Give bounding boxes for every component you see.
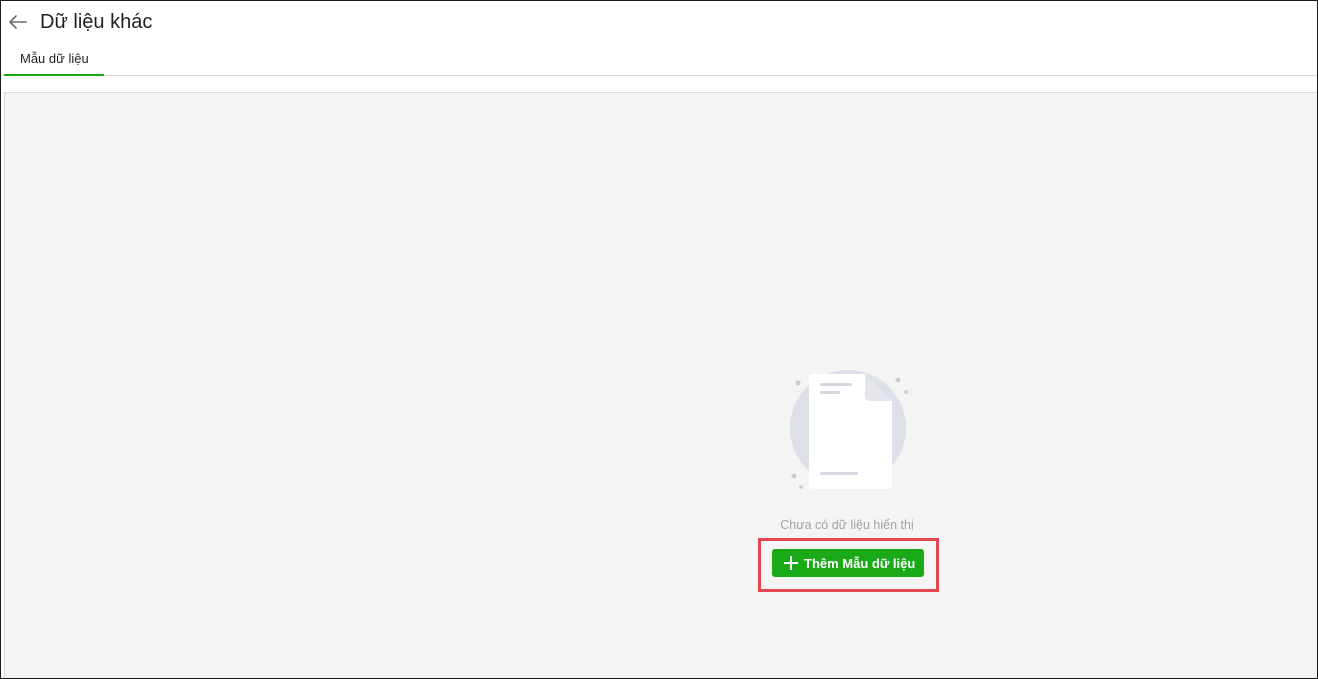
active-tab-indicator	[4, 74, 104, 76]
plus-icon	[784, 556, 798, 570]
page-title: Dữ liệu khác	[40, 11, 153, 33]
empty-state-message: Chưa có dữ liệu hiển thị	[780, 518, 914, 532]
tab-label: Mẫu dữ liệu	[20, 51, 89, 66]
add-template-button[interactable]: Thêm Mẫu dữ liệu	[772, 549, 924, 577]
page-header: Dữ liệu khác	[1, 1, 1317, 43]
back-button[interactable]	[7, 11, 29, 33]
tab-bar: Mẫu dữ liệu	[1, 43, 1317, 76]
tab-mau-du-lieu[interactable]: Mẫu dữ liệu	[4, 43, 104, 76]
content-area	[4, 92, 1317, 678]
add-button-label: Thêm Mẫu dữ liệu	[804, 555, 916, 571]
app-window: Dữ liệu khác Mẫu dữ liệu Chưa có dữ liệu…	[0, 0, 1318, 679]
arrow-left-icon	[9, 15, 27, 29]
empty-document-icon	[790, 370, 908, 489]
